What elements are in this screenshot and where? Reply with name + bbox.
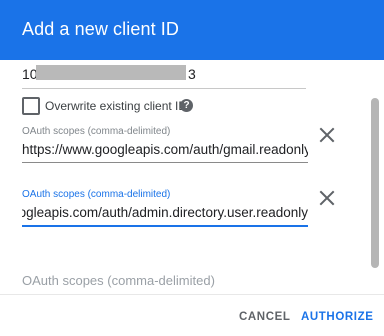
overwrite-checkbox[interactable] [22, 97, 40, 115]
dialog-header: Add a new client ID [0, 0, 384, 60]
scrollbar-thumb[interactable] [371, 98, 379, 268]
close-icon [319, 127, 335, 143]
overwrite-checkbox-label: Overwrite existing client ID [45, 99, 188, 113]
dialog-footer: CANCEL AUTHORIZE [0, 294, 384, 336]
field-underline [22, 225, 308, 227]
dialog-title: Add a new client ID [22, 19, 179, 39]
add-client-id-dialog: Add a new client ID 10 3 Overwrite exist… [0, 0, 384, 336]
oauth-scopes-value[interactable]: https://www.googleapis.com/auth/gmail.re… [22, 142, 308, 160]
help-circle-icon[interactable]: ? [180, 99, 193, 112]
client-id-redaction [36, 65, 186, 80]
oauth-scopes-value[interactable]: https://www.googleapis.com/auth/admin.di… [22, 205, 308, 223]
oauth-scopes-label: OAuth scopes (comma-delimited) [22, 189, 171, 200]
oauth-scopes-label: OAuth scopes (comma-delimited) [22, 126, 171, 137]
client-id-input[interactable]: 10 3 [22, 60, 306, 89]
client-id-suffix: 3 [188, 66, 196, 82]
cancel-button[interactable]: CANCEL [239, 311, 291, 323]
field-underline [22, 162, 308, 163]
oauth-scopes-value-text: https://www.googleapis.com/auth/admin.di… [22, 205, 308, 220]
remove-scope-button-1[interactable] [317, 125, 337, 145]
authorize-button[interactable]: AUTHORIZE [301, 311, 373, 323]
dialog-body: 10 3 Overwrite existing client ID ? OAut… [0, 60, 384, 294]
overwrite-checkbox-row[interactable]: Overwrite existing client ID ? [22, 97, 282, 115]
close-icon [319, 190, 335, 206]
remove-scope-button-2[interactable] [317, 188, 337, 208]
oauth-scopes-placeholder: OAuth scopes (comma-delimited) [22, 273, 215, 288]
